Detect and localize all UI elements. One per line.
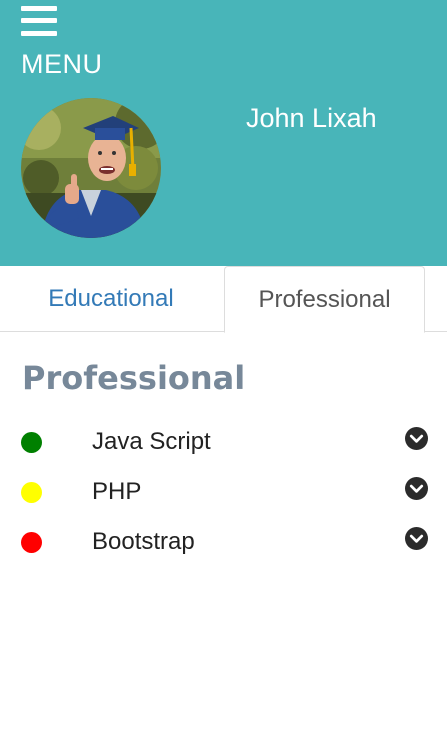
skill-item-bootstrap[interactable]: Bootstrap: [0, 522, 447, 562]
skill-name: PHP: [92, 478, 142, 505]
profile-header: MENU John Lixah: [0, 0, 447, 266]
skill-name: Java Script: [92, 428, 211, 455]
status-dot-icon: [21, 532, 42, 553]
chevron-down-icon[interactable]: [405, 477, 428, 500]
chevron-down-icon[interactable]: [405, 427, 428, 450]
menu-toggle-button[interactable]: MENU: [21, 6, 111, 80]
chevron-down-icon[interactable]: [405, 527, 428, 550]
skill-item-php[interactable]: PHP: [0, 472, 447, 512]
tab-professional[interactable]: Professional: [224, 266, 425, 333]
hamburger-icon[interactable]: [21, 6, 57, 36]
skill-item-javascript[interactable]: Java Script: [0, 422, 447, 462]
graduate-photo-icon: [21, 98, 161, 238]
tab-educational[interactable]: Educational: [0, 266, 222, 332]
profile-tabs: Educational Professional: [0, 266, 447, 333]
status-dot-icon: [21, 432, 42, 453]
status-dot-icon: [21, 482, 42, 503]
menu-label[interactable]: MENU: [21, 49, 103, 79]
user-name: John Lixah: [246, 103, 377, 133]
section-title: Professional: [22, 359, 246, 397]
avatar: [21, 98, 161, 238]
skill-name: Bootstrap: [92, 528, 195, 555]
